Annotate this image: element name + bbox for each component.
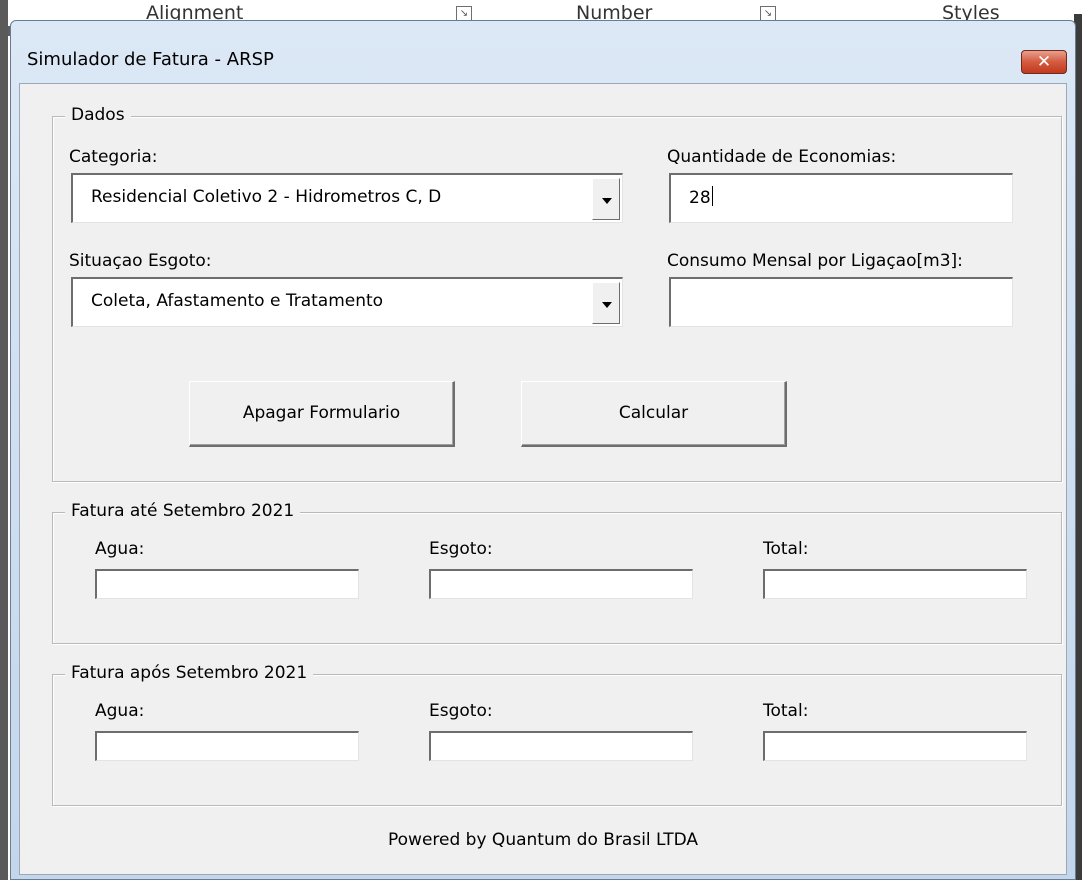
footer-credit: Powered by Quantum do Brasil LTDA bbox=[388, 830, 698, 850]
apagar-formulario-button[interactable]: Apagar Formulario bbox=[189, 381, 455, 447]
esgoto-situacao-label: Situaçao Esgoto: bbox=[69, 251, 212, 271]
economias-field[interactable]: 28 bbox=[669, 173, 1013, 223]
fatura-apos-esgoto-label: Esgoto: bbox=[429, 701, 493, 721]
categoria-value: Residencial Coletivo 2 - Hidrometros C, … bbox=[91, 187, 442, 207]
consumo-label: Consumo Mensal por Ligaçao[m3]: bbox=[667, 251, 963, 271]
esgoto-combobox[interactable]: Coleta, Afastamento e Tratamento bbox=[71, 277, 623, 327]
close-button[interactable]: ✕ bbox=[1021, 50, 1067, 74]
consumo-field[interactable] bbox=[669, 277, 1013, 327]
fatura-ate-esgoto-field[interactable] bbox=[429, 569, 693, 599]
fatura-ate-agua-field[interactable] bbox=[95, 569, 359, 599]
chevron-down-icon bbox=[602, 198, 612, 204]
dialog-client-area: Dados Categoria: Residencial Coletivo 2 … bbox=[19, 83, 1067, 875]
text-caret bbox=[711, 186, 713, 206]
dialog-titlebar[interactable]: Simulador de Fatura - ARSP ✕ bbox=[11, 21, 1075, 83]
fatura-apos-total-label: Total: bbox=[763, 701, 809, 721]
economias-value: 28 bbox=[689, 188, 711, 208]
simulador-dialog: Simulador de Fatura - ARSP ✕ Dados Categ… bbox=[10, 20, 1076, 880]
fatura-apos-agua-field[interactable] bbox=[95, 731, 359, 761]
dados-legend: Dados bbox=[65, 105, 131, 125]
categoria-combobox[interactable]: Residencial Coletivo 2 - Hidrometros C, … bbox=[71, 173, 623, 223]
fatura-ate-total-field[interactable] bbox=[763, 569, 1027, 599]
economias-label: Quantidade de Economias: bbox=[667, 147, 897, 167]
fatura-apos-legend: Fatura após Setembro 2021 bbox=[65, 663, 314, 683]
chevron-down-icon bbox=[602, 302, 612, 308]
fatura-apos-frame: Fatura após Setembro 2021 Agua: Esgoto: … bbox=[52, 663, 1062, 806]
esgoto-situacao-value: Coleta, Afastamento e Tratamento bbox=[91, 291, 384, 311]
fatura-apos-agua-label: Agua: bbox=[95, 701, 145, 721]
fatura-ate-frame: Fatura até Setembro 2021 Agua: Esgoto: T… bbox=[52, 501, 1062, 644]
categoria-dropdown-button[interactable] bbox=[592, 178, 620, 220]
close-x-icon: ✕ bbox=[1036, 52, 1052, 72]
fatura-ate-total-label: Total: bbox=[763, 539, 809, 559]
dialog-title: Simulador de Fatura - ARSP bbox=[27, 49, 274, 70]
fatura-apos-total-field[interactable] bbox=[763, 731, 1027, 761]
dados-frame: Dados Categoria: Residencial Coletivo 2 … bbox=[52, 105, 1062, 482]
excel-left-edge bbox=[0, 0, 8, 880]
categoria-label: Categoria: bbox=[69, 147, 158, 167]
fatura-ate-agua-label: Agua: bbox=[95, 539, 145, 559]
fatura-apos-esgoto-field[interactable] bbox=[429, 731, 693, 761]
calcular-button[interactable]: Calcular bbox=[521, 381, 787, 447]
esgoto-dropdown-button[interactable] bbox=[592, 282, 620, 324]
fatura-ate-esgoto-label: Esgoto: bbox=[429, 539, 493, 559]
fatura-ate-legend: Fatura até Setembro 2021 bbox=[65, 501, 301, 521]
